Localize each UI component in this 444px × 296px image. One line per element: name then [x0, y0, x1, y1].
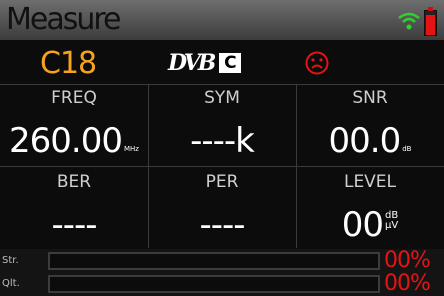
- level-label: LEVEL: [343, 172, 397, 192]
- freq-label: FREQ: [51, 88, 97, 108]
- grid-divider: [0, 166, 444, 167]
- freq-cell: FREQ 260.00 MHz: [0, 87, 148, 161]
- status-row: C18 DVB C: [0, 44, 444, 84]
- strength-bar: [48, 252, 380, 270]
- sad-face-icon: [305, 51, 329, 75]
- signal-bars: Str. 00% Qlt. 00%: [0, 249, 444, 296]
- ber-value: ----: [51, 205, 97, 245]
- quality-label: Qlt.: [2, 278, 20, 289]
- dvb-c-logo: DVB C: [168, 50, 242, 76]
- dvb-logo-text: DVB: [168, 50, 216, 76]
- per-label: PER: [205, 172, 239, 192]
- dvb-variant-badge: C: [219, 53, 242, 73]
- freq-unit: MHz: [123, 145, 139, 153]
- page-title: Measure: [6, 2, 121, 37]
- ber-cell: BER ----: [0, 171, 148, 245]
- level-value: 00 dB µV: [296, 205, 444, 245]
- sym-label: SYM: [204, 88, 240, 108]
- level-cell: LEVEL 00 dB µV: [296, 171, 444, 245]
- level-number: 00: [341, 205, 384, 245]
- level-unit: dB µV: [385, 211, 398, 231]
- strength-label: Str.: [2, 255, 19, 266]
- per-cell: PER ----: [148, 171, 296, 245]
- title-bar: Measure: [0, 0, 444, 40]
- wifi-icon: [398, 12, 420, 30]
- per-value: ----: [199, 205, 245, 245]
- quality-percent: 00%: [384, 271, 431, 296]
- channel-label: C18: [40, 46, 97, 81]
- sym-value: ----k: [190, 121, 255, 161]
- sym-cell: SYM ----k: [148, 87, 296, 161]
- snr-cell: SNR 00.0 dB: [296, 87, 444, 161]
- battery-icon: [424, 7, 437, 36]
- snr-number: 00.0: [328, 121, 402, 161]
- snr-unit: dB: [402, 145, 412, 153]
- level-unit-bottom: µV: [385, 220, 399, 231]
- grid-divider: [0, 84, 444, 85]
- freq-value: 260.00 MHz: [0, 121, 148, 161]
- snr-label: SNR: [352, 88, 388, 108]
- quality-bar: [48, 275, 380, 293]
- freq-number: 260.00: [9, 121, 123, 161]
- ber-label: BER: [56, 172, 92, 192]
- snr-value: 00.0 dB: [296, 121, 444, 161]
- measurement-grid: FREQ 260.00 MHz SYM ----k SNR 00.0 dB BER …: [0, 84, 444, 248]
- strength-percent: 00%: [384, 248, 431, 273]
